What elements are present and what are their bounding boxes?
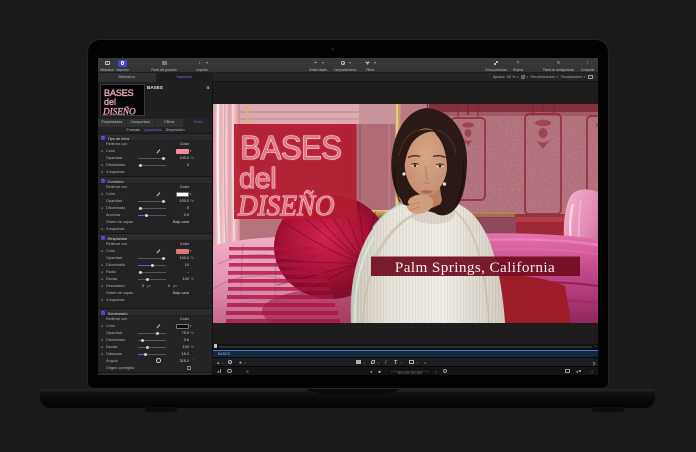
svg-text:DISEÑO: DISEÑO bbox=[102, 105, 136, 116]
svg-text:del: del bbox=[104, 97, 116, 107]
svg-text:Palm Springs, California: Palm Springs, California bbox=[395, 259, 555, 276]
svg-text:DISEÑO: DISEÑO bbox=[237, 190, 335, 221]
svg-text:BASES: BASES bbox=[240, 129, 341, 166]
